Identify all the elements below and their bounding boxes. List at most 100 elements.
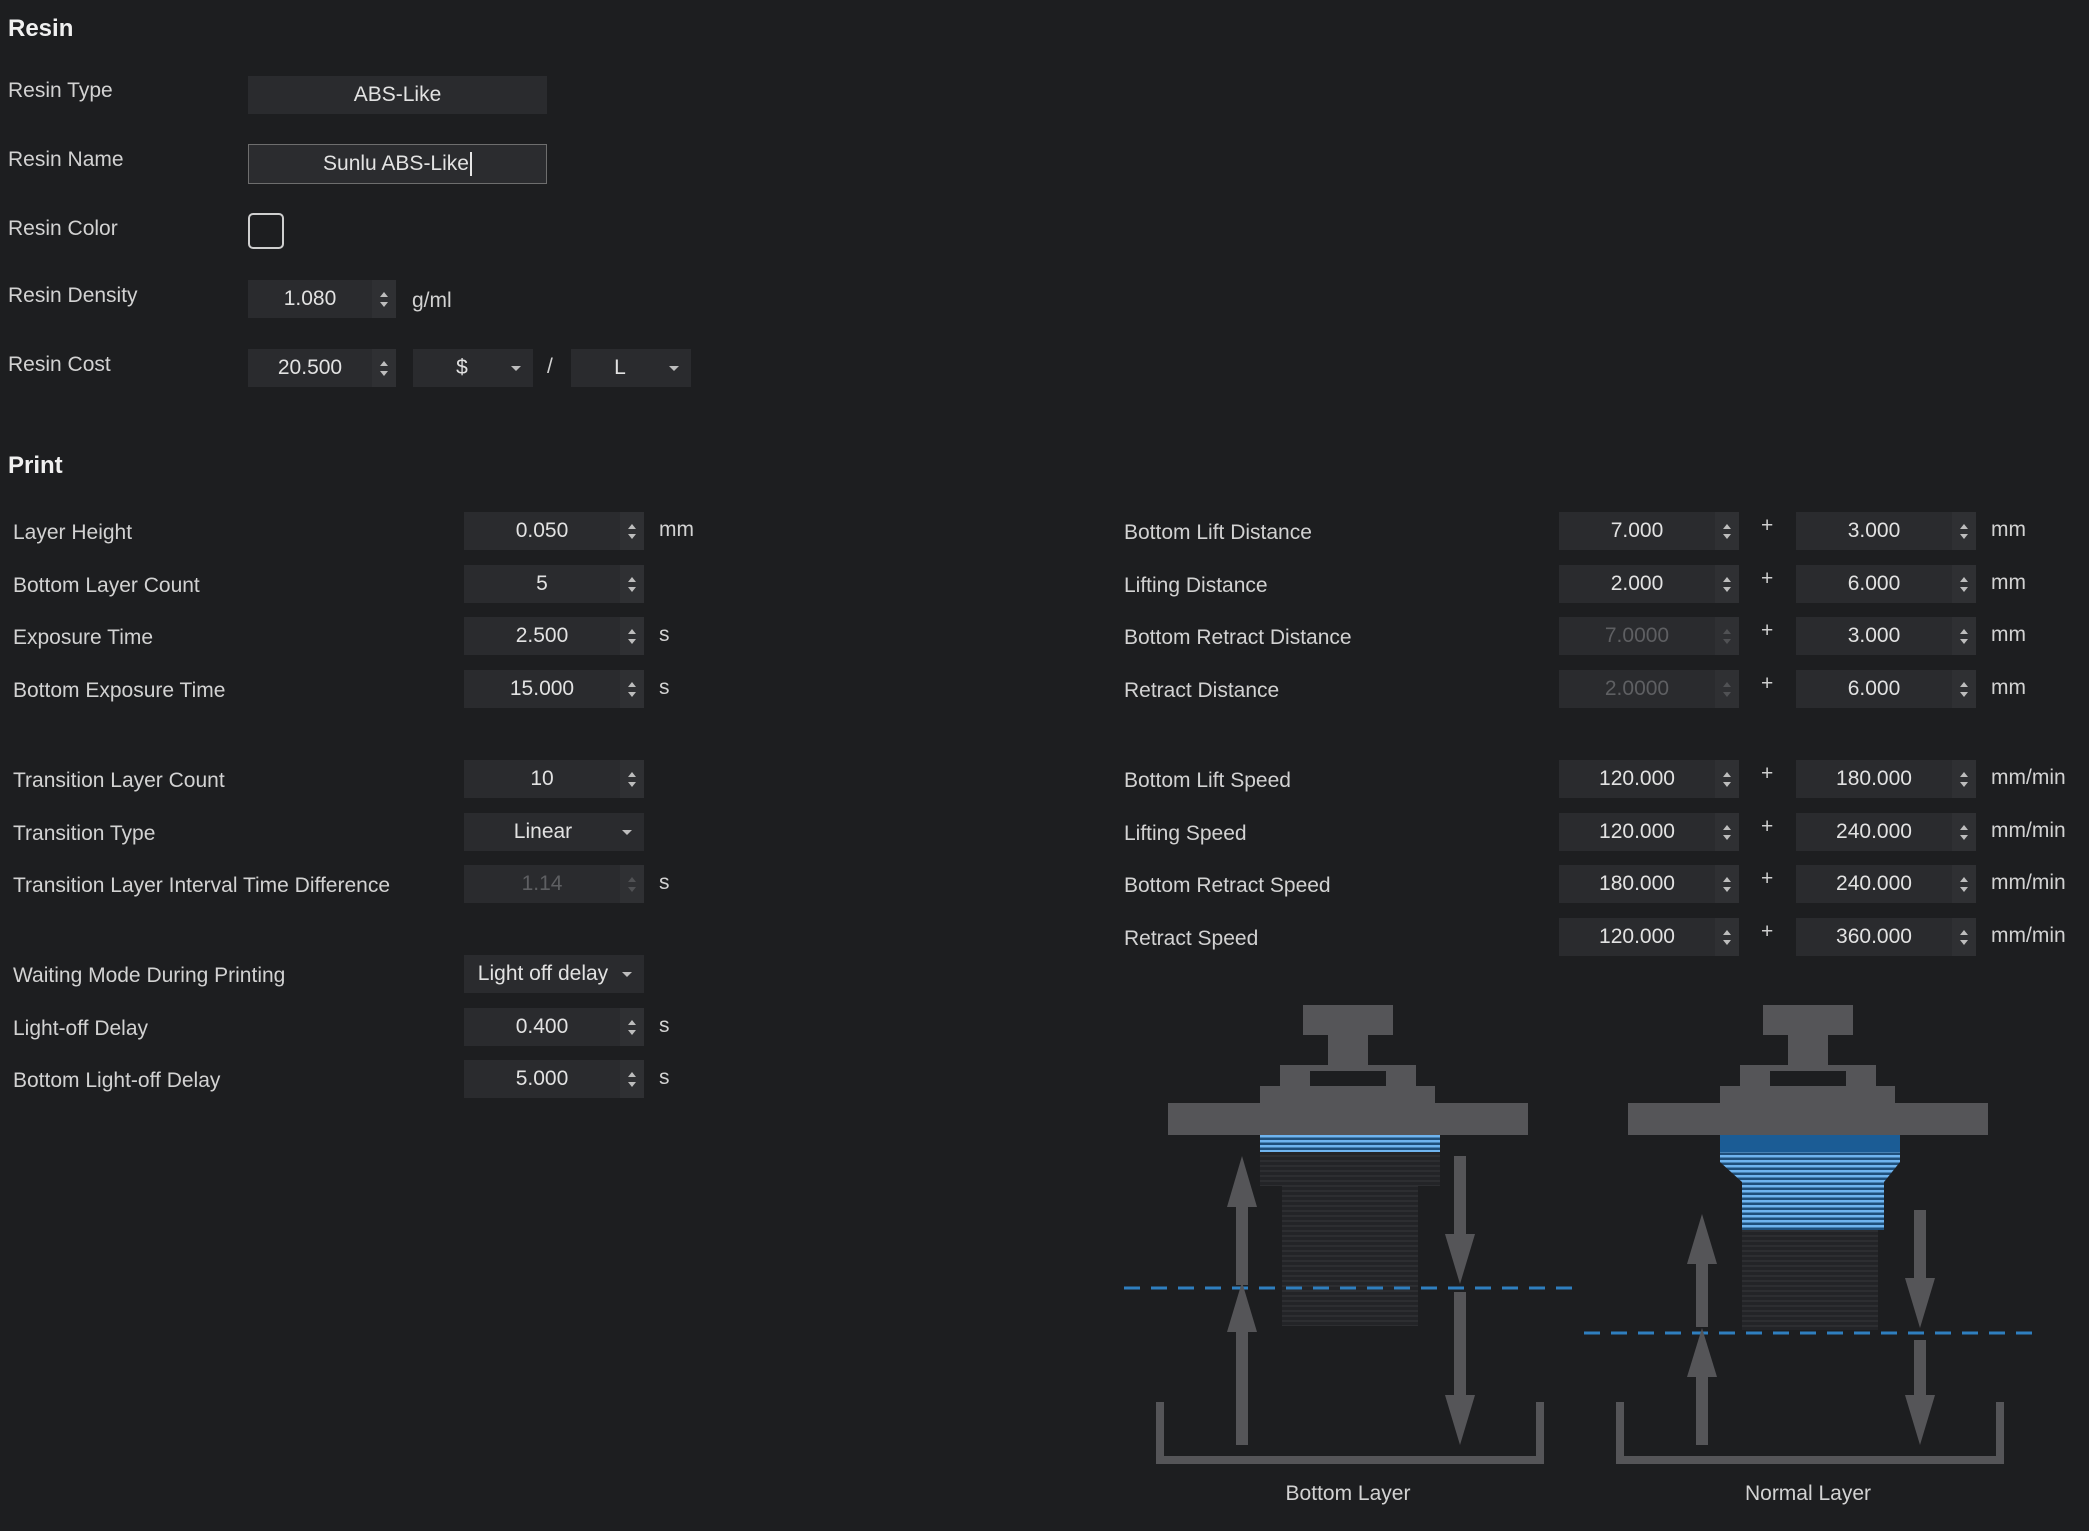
decrement-icon[interactable]	[1723, 533, 1731, 539]
spin-arrows[interactable]	[1952, 565, 1976, 603]
increment-icon[interactable]	[380, 291, 388, 297]
resin-cost-spinbox[interactable]: 20.500	[248, 349, 396, 387]
waiting-mode-during-printing-dropdown[interactable]: Light off delay	[464, 955, 644, 993]
increment-icon[interactable]	[1723, 771, 1731, 777]
decrement-icon[interactable]	[628, 638, 636, 644]
spin-arrows[interactable]	[1952, 813, 1976, 851]
decrement-icon[interactable]	[1960, 691, 1968, 697]
retract-speed-extra-spinbox[interactable]: 360.000	[1796, 918, 1976, 956]
increment-icon[interactable]	[628, 1019, 636, 1025]
lifting-distance-base-spinbox[interactable]: 2.000	[1559, 565, 1739, 603]
bottom-layer-count-spinbox[interactable]: 5	[464, 565, 644, 603]
decrement-icon[interactable]	[1960, 939, 1968, 945]
spin-arrows[interactable]	[1952, 865, 1976, 903]
decrement-icon[interactable]	[380, 301, 388, 307]
retract-distance-extra-spinbox[interactable]: 6.000	[1796, 670, 1976, 708]
bottom-retract-distance-extra-spinbox[interactable]: 3.000	[1796, 617, 1976, 655]
spin-arrows[interactable]	[1715, 813, 1739, 851]
spin-arrows[interactable]	[620, 1008, 644, 1046]
exposure-time-spinbox[interactable]: 2.500	[464, 617, 644, 655]
increment-icon[interactable]	[628, 771, 636, 777]
spin-arrows[interactable]	[1715, 918, 1739, 956]
transition-type-dropdown[interactable]: Linear	[464, 813, 644, 851]
spin-arrows[interactable]	[620, 565, 644, 603]
decrement-icon[interactable]	[628, 1029, 636, 1035]
decrement-icon[interactable]	[628, 691, 636, 697]
spin-arrows[interactable]	[1952, 918, 1976, 956]
increment-icon[interactable]	[628, 1071, 636, 1077]
lifting-distance-extra-spinbox[interactable]: 6.000	[1796, 565, 1976, 603]
increment-icon[interactable]	[1723, 576, 1731, 582]
spin-arrows[interactable]	[620, 617, 644, 655]
spin-arrows[interactable]	[372, 349, 396, 387]
decrement-icon[interactable]	[1960, 834, 1968, 840]
resin-name-input[interactable]: Sunlu ABS-Like	[248, 144, 547, 184]
spin-arrows[interactable]	[1715, 565, 1739, 603]
lifting-speed-base-spinbox[interactable]: 120.000	[1559, 813, 1739, 851]
increment-icon[interactable]	[628, 628, 636, 634]
decrement-icon[interactable]	[380, 370, 388, 376]
spin-arrows[interactable]	[620, 1060, 644, 1098]
decrement-icon[interactable]	[1723, 781, 1731, 787]
spin-arrows[interactable]	[372, 280, 396, 318]
increment-icon[interactable]	[628, 576, 636, 582]
retract-speed-base-spinbox[interactable]: 120.000	[1559, 918, 1739, 956]
spin-arrows[interactable]	[1715, 865, 1739, 903]
resin-name-label: Resin Name	[8, 148, 124, 171]
decrement-icon[interactable]	[1723, 939, 1731, 945]
bottom-lift-speed-extra-spinbox[interactable]: 180.000	[1796, 760, 1976, 798]
increment-icon[interactable]	[1960, 523, 1968, 529]
spin-arrows[interactable]	[1952, 760, 1976, 798]
increment-icon[interactable]	[628, 681, 636, 687]
bottom-lift-distance-base-spinbox[interactable]: 7.000	[1559, 512, 1739, 550]
increment-icon[interactable]	[1960, 576, 1968, 582]
bottom-light-off-delay-spinbox[interactable]: 5.000	[464, 1060, 644, 1098]
decrement-icon[interactable]	[1960, 886, 1968, 892]
light-off-delay-spinbox[interactable]: 0.400	[464, 1008, 644, 1046]
decrement-icon[interactable]	[628, 586, 636, 592]
decrement-icon[interactable]	[628, 533, 636, 539]
spin-arrows[interactable]	[1715, 512, 1739, 550]
increment-icon[interactable]	[1723, 929, 1731, 935]
bottom-retract-speed-extra-spinbox[interactable]: 240.000	[1796, 865, 1976, 903]
bottom-lift-speed-base-spinbox[interactable]: 120.000	[1559, 760, 1739, 798]
increment-icon[interactable]	[1960, 628, 1968, 634]
increment-icon[interactable]	[628, 523, 636, 529]
increment-icon[interactable]	[1960, 929, 1968, 935]
bottom-retract-speed-base-spinbox[interactable]: 180.000	[1559, 865, 1739, 903]
transition-layer-count-spinbox[interactable]: 10	[464, 760, 644, 798]
decrement-icon[interactable]	[1723, 586, 1731, 592]
decrement-icon[interactable]	[1960, 586, 1968, 592]
increment-icon[interactable]	[1723, 824, 1731, 830]
increment-icon[interactable]	[1723, 876, 1731, 882]
increment-icon[interactable]	[1960, 824, 1968, 830]
spin-arrows[interactable]	[1715, 760, 1739, 798]
increment-icon[interactable]	[1960, 876, 1968, 882]
bottom-lift-distance-extra-spinbox[interactable]: 3.000	[1796, 512, 1976, 550]
decrement-icon[interactable]	[1960, 781, 1968, 787]
increment-icon[interactable]	[380, 360, 388, 366]
spin-arrows[interactable]	[620, 512, 644, 550]
decrement-icon[interactable]	[628, 1081, 636, 1087]
resin-color-swatch[interactable]	[248, 213, 284, 249]
decrement-icon[interactable]	[1723, 886, 1731, 892]
volume-unit-dropdown[interactable]: L	[571, 349, 691, 387]
lifting-speed-extra-spinbox[interactable]: 240.000	[1796, 813, 1976, 851]
currency-dropdown[interactable]: $	[413, 349, 533, 387]
spin-arrows[interactable]	[620, 760, 644, 798]
decrement-icon[interactable]	[1960, 533, 1968, 539]
bottom-exposure-time-spinbox[interactable]: 15.000	[464, 670, 644, 708]
spin-arrows[interactable]	[1952, 617, 1976, 655]
increment-icon[interactable]	[1960, 771, 1968, 777]
layer-height-spinbox[interactable]: 0.050	[464, 512, 644, 550]
spin-arrows[interactable]	[620, 670, 644, 708]
spin-arrows[interactable]	[1952, 512, 1976, 550]
resin-density-spinbox[interactable]: 1.080	[248, 280, 396, 318]
decrement-icon[interactable]	[1723, 834, 1731, 840]
decrement-icon[interactable]	[628, 781, 636, 787]
decrement-icon[interactable]	[1960, 638, 1968, 644]
increment-icon[interactable]	[1960, 681, 1968, 687]
spin-arrows[interactable]	[1952, 670, 1976, 708]
resin-type-field[interactable]: ABS-Like	[248, 76, 547, 114]
increment-icon[interactable]	[1723, 523, 1731, 529]
